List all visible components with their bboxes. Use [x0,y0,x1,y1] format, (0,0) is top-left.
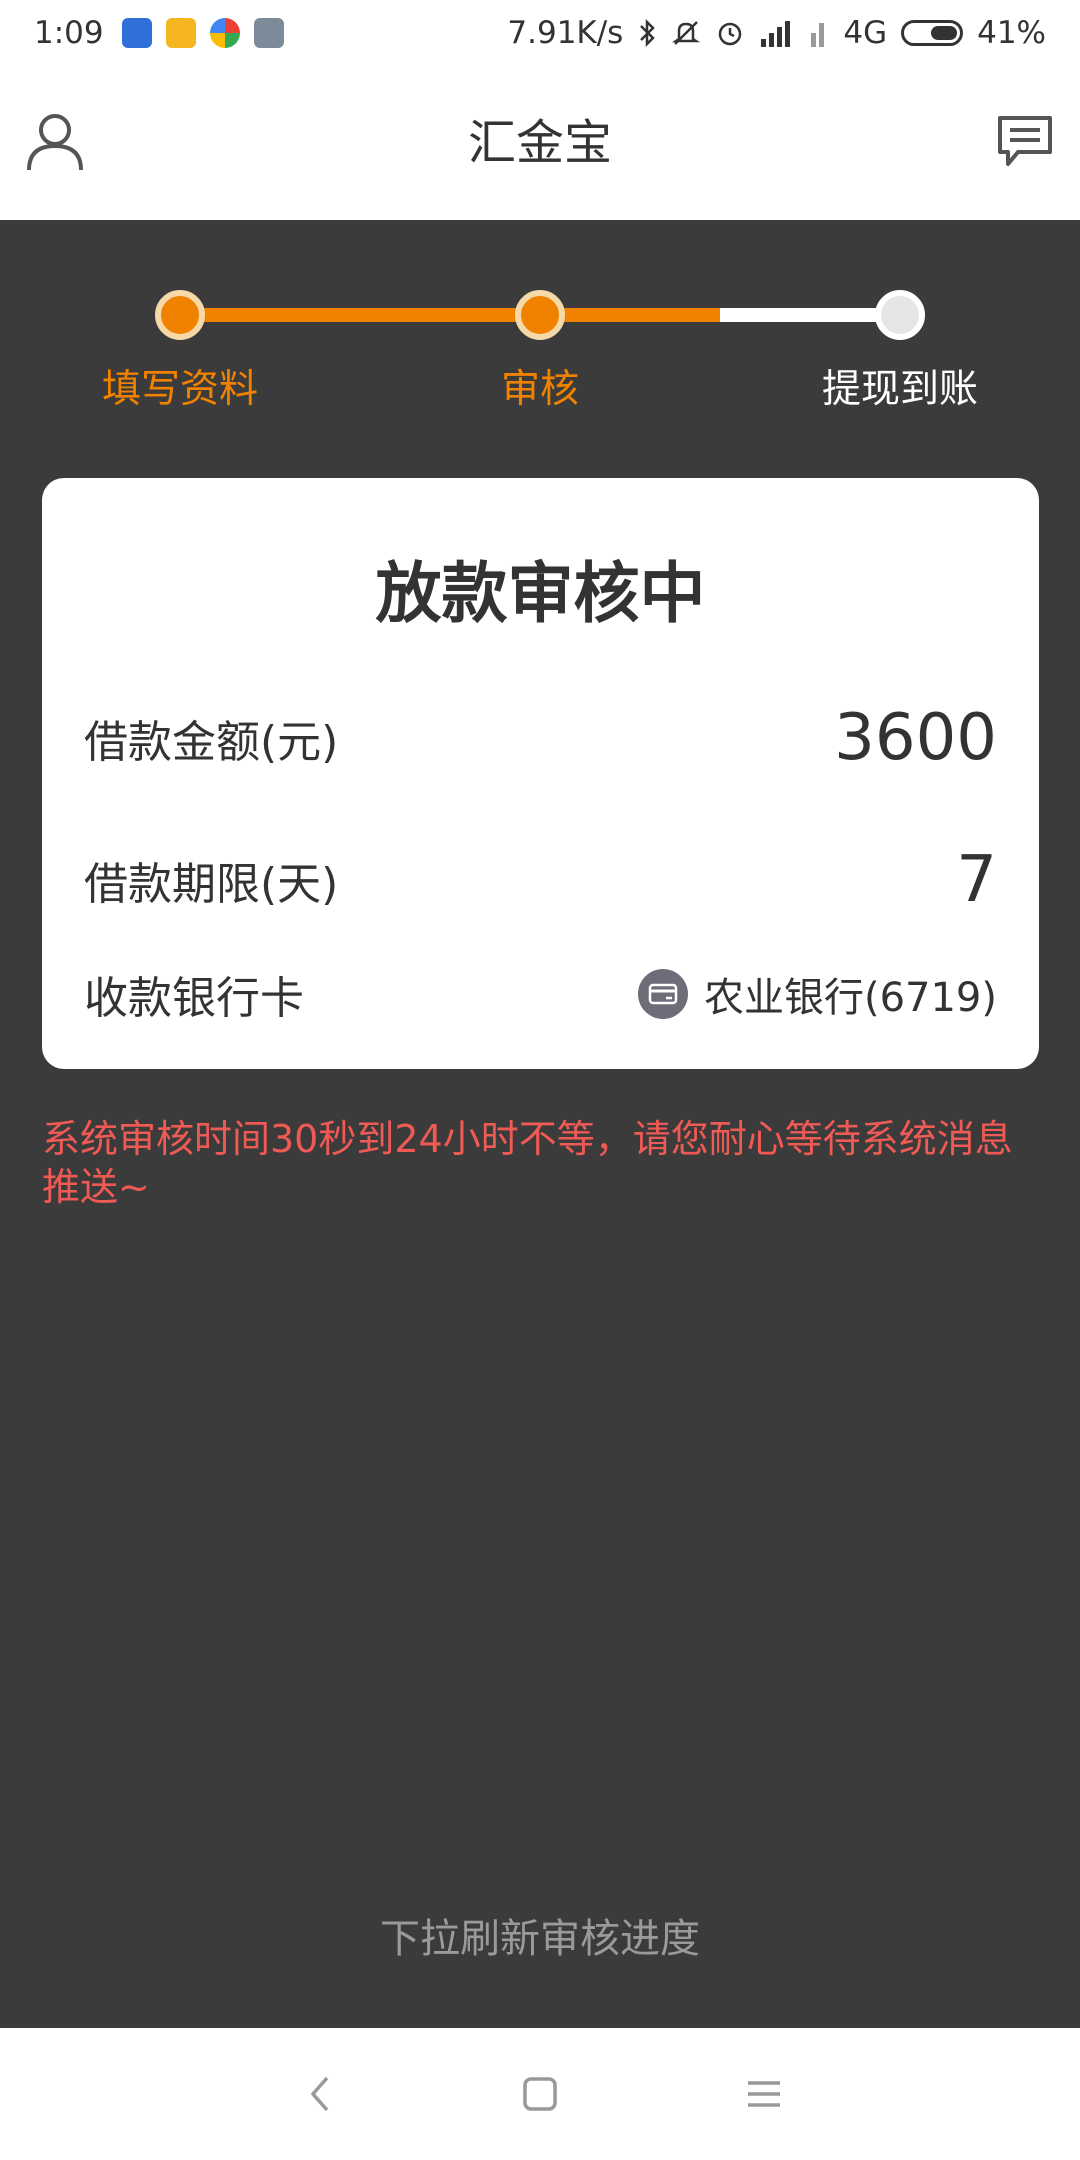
step-label-fill-info: 填写资料 [101,367,258,412]
step-dot-withdraw [875,290,925,340]
bank-name: 农业银行(6719) [703,975,997,1021]
pull-refresh-hint: 下拉刷新审核进度 [380,1916,700,1962]
loan-status-card: 放款审核中 借款金额(元) 3600 借款期限(天) 7 收款银行卡 农业银行(… [42,478,1039,1069]
message-button[interactable] [992,110,1058,176]
alarm-icon [715,18,745,48]
progress-steps: 填写资料 审核 提现到账 [0,220,1080,478]
step-dot-fill-info [155,290,205,340]
status-right: 7.91K/s 4G 41% [493,15,1046,51]
battery-percent: 41% [977,15,1046,51]
menu-icon [746,2079,782,2113]
review-notice: 系统审核时间30秒到24小时不等，请您耐心等待系统消息推送~ [42,1117,1013,1209]
bank-info: 农业银行(6719) [637,965,997,1023]
back-button[interactable] [290,2066,350,2126]
step-label-review: 审核 [500,367,579,412]
browser-app-icon [209,18,240,48]
status-time: 1:09 [34,15,104,51]
bank-label: 收款银行卡 [84,973,304,1024]
amount-row: 借款金额(元) 3600 [84,688,997,788]
amount-label: 借款金额(元) [84,717,339,768]
step-label-withdraw: 提现到账 [821,367,978,412]
amount-value: 3600 [834,701,997,775]
term-label: 借款期限(天) [84,859,339,910]
status-bar: 1:09 7.91K/s 4G 41% [0,0,1080,66]
bluetooth-icon [637,18,657,48]
back-icon [305,2074,335,2118]
signal-icon [759,19,795,47]
system-nav-bar [0,2028,1080,2160]
shield-app-icon [121,18,152,48]
bank-row: 收款银行卡 农业银行(6719) [84,954,997,1034]
step-dot-review [515,290,565,340]
bank-card-icon [637,969,688,1019]
status-left: 1:09 [34,15,298,51]
menu-button[interactable] [734,2066,794,2126]
signal-type: 4G [843,15,888,51]
mute-icon [671,18,701,48]
home-icon [522,2076,558,2116]
term-value: 7 [956,843,997,917]
battery-icon [901,20,964,46]
app-title: 汇金宝 [467,115,612,171]
secondary-signal-icon [809,19,829,47]
card-title: 放款审核中 [375,555,706,632]
progress-track-todo [720,308,900,322]
network-speed: 7.91K/s [507,15,624,51]
chat-app-icon [165,18,196,48]
home-button[interactable] [510,2066,570,2126]
calculator-app-icon [253,18,284,48]
app-header: 汇金宝 [0,66,1080,220]
progress-track-done [180,308,720,322]
message-icon [996,114,1054,172]
term-row: 借款期限(天) 7 [84,830,997,930]
